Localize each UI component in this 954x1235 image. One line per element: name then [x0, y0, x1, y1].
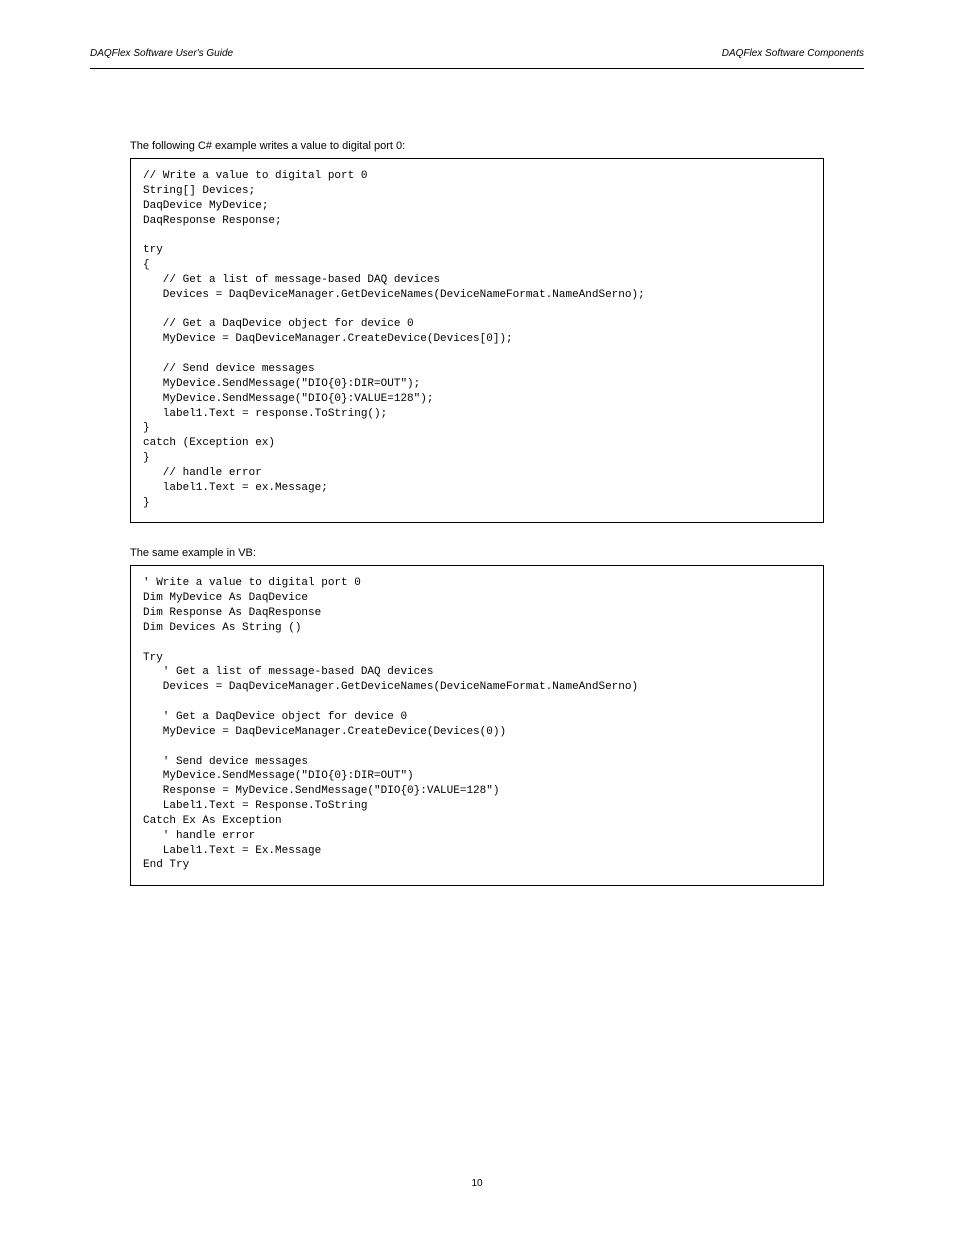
page: DAQFlex Software User's Guide DAQFlex So…: [0, 0, 954, 1235]
intro-csharp: The following C# example writes a value …: [130, 140, 824, 152]
code-vb: ' Write a value to digital port 0 Dim My…: [143, 576, 811, 873]
header-left: DAQFlex Software User's Guide: [90, 48, 233, 59]
content-area: The following C# example writes a value …: [130, 140, 824, 910]
header-rule: [90, 68, 864, 69]
code-box-vb: ' Write a value to digital port 0 Dim My…: [130, 565, 824, 886]
page-number: 10: [0, 1178, 954, 1189]
header-right: DAQFlex Software Components: [722, 48, 864, 59]
code-csharp: // Write a value to digital port 0 Strin…: [143, 169, 811, 510]
intro-vb: The same example in VB:: [130, 547, 824, 559]
code-box-csharp: // Write a value to digital port 0 Strin…: [130, 158, 824, 523]
